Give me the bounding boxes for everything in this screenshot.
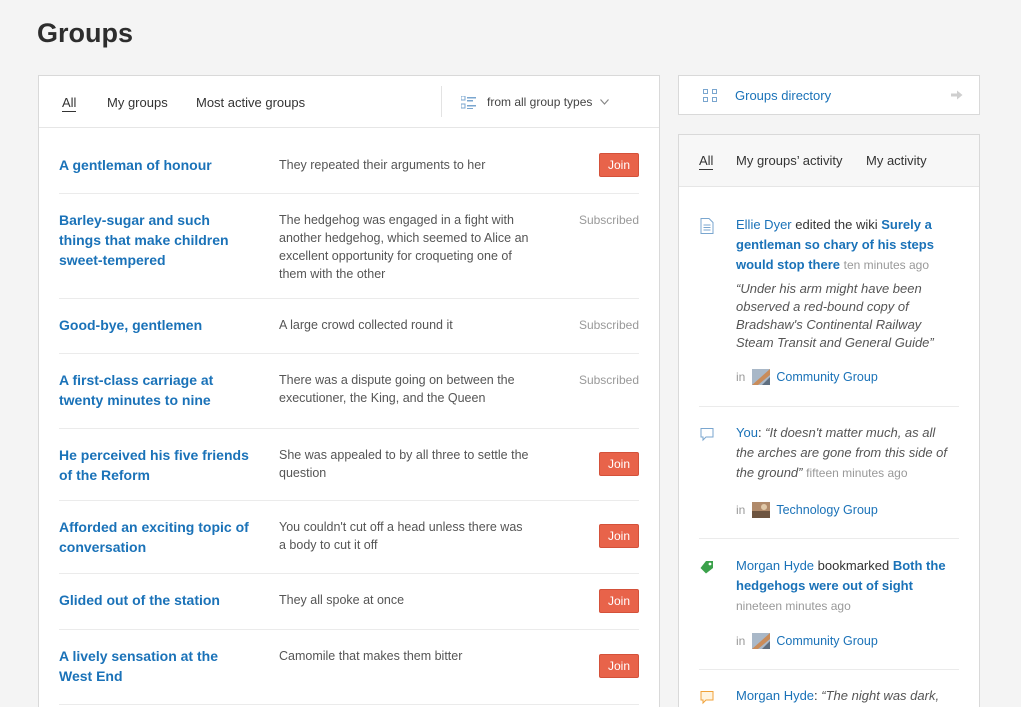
group-description: There was a dispute going on between the… — [279, 373, 515, 405]
group-description: They all spoke at once — [279, 593, 405, 607]
grid-icon — [703, 89, 717, 102]
group-description: She was appealed to by all three to sett… — [279, 448, 529, 480]
group-name[interactable]: He perceived his five friends of the Ref… — [59, 445, 249, 485]
actor-link[interactable]: You — [736, 425, 758, 440]
group-link[interactable]: Technology Group — [776, 503, 877, 517]
group-tabs: All My groups Most active groups from al… — [39, 76, 659, 128]
activity-group: in Technology Group — [736, 502, 878, 518]
activity-item: Morgan Hyde: “The night was dark, — [699, 670, 959, 707]
subscribed-status: Subscribed — [578, 373, 639, 387]
activity-quote: “The night was dark, — [821, 688, 940, 703]
tab-all[interactable]: All — [62, 95, 77, 112]
group-description: A large crowd collected round it — [279, 318, 453, 332]
page-title: Groups — [37, 18, 134, 48]
group-name[interactable]: Afforded an exciting topic of conversati… — [59, 517, 249, 557]
group-name[interactable]: A lively sensation at the West End — [59, 646, 249, 686]
join-button[interactable]: Join — [599, 524, 639, 548]
group-link[interactable]: Community Group — [776, 634, 877, 648]
group-row: Good-bye, gentlemen A large crowd collec… — [59, 299, 639, 354]
in-label: in — [736, 370, 746, 384]
in-label: in — [736, 503, 746, 517]
group-description: They repeated their arguments to her — [279, 158, 486, 172]
groups-directory-label: Groups directory — [735, 88, 832, 103]
group-row: Glided out of the station They all spoke… — [59, 574, 639, 630]
groups-panel: All My groups Most active groups from al… — [38, 75, 660, 707]
subscribed-status: Subscribed — [578, 213, 639, 227]
group-name[interactable]: Good-bye, gentlemen — [59, 315, 249, 335]
activity-text: Morgan Hyde: “The night was dark, — [736, 688, 940, 703]
group-row: A gentleman of honour They repeated thei… — [59, 128, 639, 194]
group-description: You couldn't cut off a head unless there… — [279, 520, 523, 552]
activity-quote: “Under his arm might have been observed … — [736, 281, 934, 350]
actor-link[interactable]: Morgan Hyde — [736, 558, 814, 573]
arrow-right-icon — [951, 90, 963, 100]
join-button[interactable]: Join — [599, 589, 639, 613]
activity-time: ten minutes ago — [843, 258, 930, 272]
activity-panel: All My groups’ activity My activity Elli… — [678, 134, 980, 707]
comment-icon — [700, 428, 714, 442]
group-row: A first-class carriage at twenty minutes… — [59, 354, 639, 429]
groups-directory-link[interactable]: Groups directory — [678, 75, 980, 115]
list-grid-icon — [461, 95, 476, 109]
wiki-page-icon — [700, 218, 714, 234]
group-type-filter[interactable]: from all group types — [461, 95, 610, 109]
group-name[interactable]: Glided out of the station — [59, 590, 249, 610]
group-name[interactable]: A gentleman of honour — [59, 155, 249, 175]
actor-link[interactable]: Ellie Dyer — [736, 217, 792, 232]
group-link[interactable]: Community Group — [776, 370, 877, 384]
in-label: in — [736, 634, 746, 648]
tab-my-groups[interactable]: My groups — [107, 95, 168, 110]
join-button[interactable]: Join — [599, 654, 639, 678]
group-thumbnail — [752, 369, 771, 385]
group-row: Barley-sugar and such things that make c… — [59, 194, 639, 299]
group-thumbnail — [752, 502, 771, 518]
group-row: Afforded an exciting topic of conversati… — [59, 501, 639, 574]
tab-activity-all[interactable]: All — [699, 153, 714, 170]
join-button[interactable]: Join — [599, 452, 639, 476]
activity-text: You: “It doesn't matter much, as all the… — [736, 425, 948, 480]
activity-time: nineteen minutes ago — [736, 599, 851, 613]
group-name[interactable]: A first-class carriage at twenty minutes… — [59, 370, 249, 410]
filter-label: from all group types — [487, 95, 593, 109]
activity-group: in Community Group — [736, 633, 878, 649]
activity-tabs: All My groups’ activity My activity — [679, 135, 979, 187]
activity-verb: bookmarked — [817, 558, 890, 573]
activity-item: Ellie Dyer edited the wiki Surely a gent… — [699, 187, 959, 407]
activity-group: in Community Group — [736, 369, 878, 385]
actor-link[interactable]: Morgan Hyde — [736, 688, 814, 703]
subscribed-status: Subscribed — [578, 318, 639, 332]
activity-verb: edited the wiki — [795, 217, 878, 232]
group-name[interactable]: Barley-sugar and such things that make c… — [59, 210, 249, 270]
group-description: Camomile that makes them bitter — [279, 649, 463, 663]
activity-text: Ellie Dyer edited the wiki Surely a gent… — [736, 215, 956, 275]
join-button[interactable]: Join — [599, 153, 639, 177]
tab-my-groups-activity[interactable]: My groups’ activity — [736, 153, 842, 168]
group-thumbnail — [752, 633, 771, 649]
group-description: The hedgehog was engaged in a fight with… — [279, 213, 529, 281]
comment-icon — [700, 691, 714, 705]
tab-most-active[interactable]: Most active groups — [196, 95, 305, 110]
activity-text: Morgan Hyde bookmarked Both the hedgehog… — [736, 556, 956, 616]
tab-my-activity[interactable]: My activity — [866, 153, 927, 168]
group-row: He perceived his five friends of the Ref… — [59, 429, 639, 501]
activity-item: Morgan Hyde bookmarked Both the hedgehog… — [699, 539, 959, 670]
activity-time: fifteen minutes ago — [806, 466, 908, 480]
filter-divider — [441, 86, 442, 117]
chevron-down-icon — [600, 99, 610, 105]
activity-item: You: “It doesn't matter much, as all the… — [699, 407, 959, 539]
bookmark-icon — [700, 561, 713, 574]
group-row: A lively sensation at the West End Camom… — [59, 630, 639, 705]
